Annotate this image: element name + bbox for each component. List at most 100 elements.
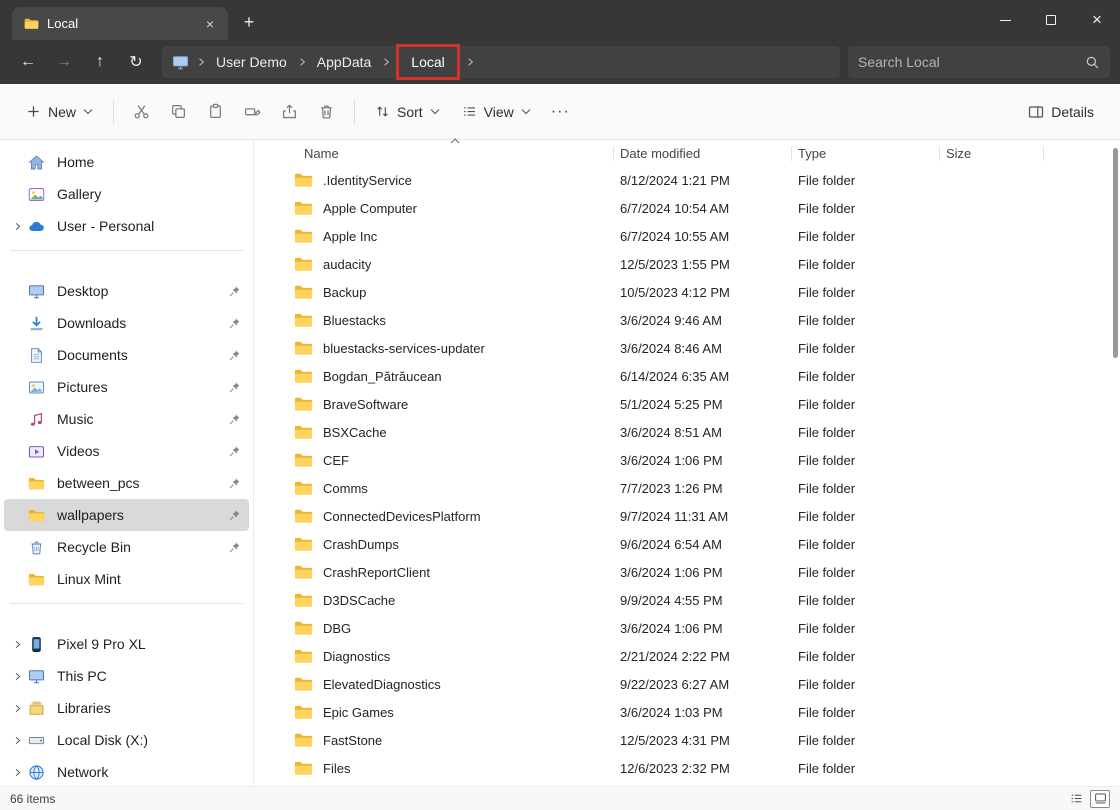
videos-icon xyxy=(28,443,48,460)
file-row[interactable]: BraveSoftware 5/1/2024 5:25 PM File fold… xyxy=(254,390,1120,418)
file-row[interactable]: Bogdan_Pătrăucean 6/14/2024 6:35 AM File… xyxy=(254,362,1120,390)
close-button[interactable]: × xyxy=(1074,0,1120,40)
tab-close-icon[interactable]: × xyxy=(200,14,220,34)
sidebar-item-recycle-bin[interactable]: Recycle Bin xyxy=(4,531,249,563)
file-row[interactable]: Apple Computer 6/7/2024 10:54 AM File fo… xyxy=(254,194,1120,222)
plus-icon xyxy=(26,104,41,119)
network-icon xyxy=(28,764,48,781)
sidebar-item-this-pc[interactable]: This PC xyxy=(4,660,249,692)
file-row[interactable]: Epic Games 3/6/2024 1:03 PM File folder xyxy=(254,698,1120,726)
up-button[interactable]: ↑ xyxy=(82,45,118,79)
file-row[interactable]: bluestacks-services-updater 3/6/2024 8:4… xyxy=(254,334,1120,362)
sidebar-item-downloads[interactable]: Downloads xyxy=(4,307,249,339)
search-input[interactable] xyxy=(858,54,1085,70)
more-options-button[interactable]: ··· xyxy=(543,99,578,125)
file-type: File folder xyxy=(792,229,940,244)
sidebar-item-network[interactable]: Network xyxy=(4,756,249,786)
address-bar[interactable]: User Demo AppData Local xyxy=(162,46,840,78)
sidebar-item-documents[interactable]: Documents xyxy=(4,339,249,371)
file-row[interactable]: CrashReportClient 3/6/2024 1:06 PM File … xyxy=(254,558,1120,586)
details-pane-button[interactable]: Details xyxy=(1018,97,1104,127)
tab-local[interactable]: Local × xyxy=(12,7,228,40)
forward-button[interactable]: → xyxy=(46,45,82,79)
chevron-right-icon[interactable] xyxy=(6,767,28,778)
file-row[interactable]: CEF 3/6/2024 1:06 PM File folder xyxy=(254,446,1120,474)
file-type: File folder xyxy=(792,341,940,356)
sidebar-item-libraries[interactable]: Libraries xyxy=(4,692,249,724)
chevron-down-icon xyxy=(430,108,440,115)
new-button[interactable]: New xyxy=(16,97,103,127)
breadcrumb-appdata[interactable]: AppData xyxy=(310,54,378,70)
breadcrumb-user-demo[interactable]: User Demo xyxy=(209,54,294,70)
folder-icon xyxy=(24,17,39,30)
large-thumbnails-view-toggle-button[interactable] xyxy=(1090,790,1110,808)
sidebar-item-desktop[interactable]: Desktop xyxy=(4,275,249,307)
sidebar-item-user-personal[interactable]: User - Personal xyxy=(4,210,249,242)
sidebar-item-home[interactable]: Home xyxy=(4,146,249,178)
file-row[interactable]: audacity 12/5/2023 1:55 PM File folder xyxy=(254,250,1120,278)
folder-icon xyxy=(294,508,313,524)
view-button-label: View xyxy=(484,104,514,120)
sidebar-item-label: wallpapers xyxy=(57,507,225,523)
column-header-type[interactable]: Type xyxy=(792,146,940,161)
view-button[interactable]: View xyxy=(452,97,541,127)
chevron-right-icon[interactable] xyxy=(6,671,28,682)
breadcrumb-local[interactable]: Local xyxy=(396,44,459,80)
refresh-button[interactable]: ↻ xyxy=(118,45,154,79)
sidebar-item-videos[interactable]: Videos xyxy=(4,435,249,467)
details-view-toggle-button[interactable] xyxy=(1066,790,1086,808)
sidebar-item-pixel-9-pro-xl[interactable]: Pixel 9 Pro XL xyxy=(4,628,249,660)
maximize-button[interactable] xyxy=(1028,0,1074,40)
new-tab-button[interactable]: + xyxy=(234,7,264,37)
file-row[interactable]: DBG 3/6/2024 1:06 PM File folder xyxy=(254,614,1120,642)
sidebar-item-music[interactable]: Music xyxy=(4,403,249,435)
column-header-name[interactable]: Name xyxy=(294,146,614,161)
share-button[interactable] xyxy=(272,96,307,127)
cut-button[interactable] xyxy=(124,96,159,127)
chevron-right-icon[interactable] xyxy=(6,703,28,714)
sidebar-item-label: Documents xyxy=(57,347,225,363)
file-row[interactable]: D3DSCache 9/9/2024 4:55 PM File folder xyxy=(254,586,1120,614)
file-date-modified: 3/6/2024 1:06 PM xyxy=(614,453,792,468)
file-row[interactable]: Comms 7/7/2023 1:26 PM File folder xyxy=(254,474,1120,502)
file-row[interactable]: ConnectedDevicesPlatform 9/7/2024 11:31 … xyxy=(254,502,1120,530)
file-row[interactable]: BSXCache 3/6/2024 8:51 AM File folder xyxy=(254,418,1120,446)
sidebar-item-local-disk-x[interactable]: Local Disk (X:) xyxy=(4,724,249,756)
paste-button[interactable] xyxy=(198,96,233,127)
sidebar-item-gallery[interactable]: Gallery xyxy=(4,178,249,210)
chevron-right-icon[interactable] xyxy=(6,221,28,232)
rename-button[interactable] xyxy=(235,96,270,127)
file-row[interactable]: Bluestacks 3/6/2024 9:46 AM File folder xyxy=(254,306,1120,334)
sidebar-item-wallpapers[interactable]: wallpapers xyxy=(4,499,249,531)
file-name: Bluestacks xyxy=(323,313,386,328)
minimize-button[interactable] xyxy=(982,0,1028,40)
delete-button[interactable] xyxy=(309,96,344,127)
file-name: D3DSCache xyxy=(323,593,395,608)
folder-icon xyxy=(294,732,313,748)
file-row[interactable]: FastStone 12/5/2023 4:31 PM File folder xyxy=(254,726,1120,754)
file-row[interactable]: Files 12/6/2023 2:32 PM File folder xyxy=(254,754,1120,782)
file-type: File folder xyxy=(792,425,940,440)
back-button[interactable]: ← xyxy=(10,45,46,79)
chevron-right-icon[interactable] xyxy=(6,735,28,746)
file-row[interactable]: Apple Inc 6/7/2024 10:55 AM File folder xyxy=(254,222,1120,250)
file-date-modified: 6/14/2024 6:35 AM xyxy=(614,369,792,384)
vertical-scrollbar-thumb[interactable] xyxy=(1113,148,1118,358)
window-controls: × xyxy=(982,0,1120,40)
file-row[interactable]: Backup 10/5/2023 4:12 PM File folder xyxy=(254,278,1120,306)
file-row[interactable]: ElevatedDiagnostics 9/22/2023 6:27 AM Fi… xyxy=(254,670,1120,698)
file-row[interactable]: Diagnostics 2/21/2024 2:22 PM File folde… xyxy=(254,642,1120,670)
column-header-size[interactable]: Size xyxy=(940,146,1044,161)
command-bar: New Sort View ··· Details xyxy=(0,84,1120,140)
file-date-modified: 3/6/2024 1:03 PM xyxy=(614,705,792,720)
sidebar-item-pictures[interactable]: Pictures xyxy=(4,371,249,403)
copy-button[interactable] xyxy=(161,96,196,127)
sort-button-label: Sort xyxy=(397,104,423,120)
file-row[interactable]: CrashDumps 9/6/2024 6:54 AM File folder xyxy=(254,530,1120,558)
sort-button[interactable]: Sort xyxy=(365,97,450,127)
sidebar-item-linux-mint[interactable]: Linux Mint xyxy=(4,563,249,595)
column-header-date-modified[interactable]: Date modified xyxy=(614,146,792,161)
file-row[interactable]: .IdentityService 8/12/2024 1:21 PM File … xyxy=(254,166,1120,194)
sidebar-item-between-pcs[interactable]: between_pcs xyxy=(4,467,249,499)
chevron-right-icon[interactable] xyxy=(6,639,28,650)
